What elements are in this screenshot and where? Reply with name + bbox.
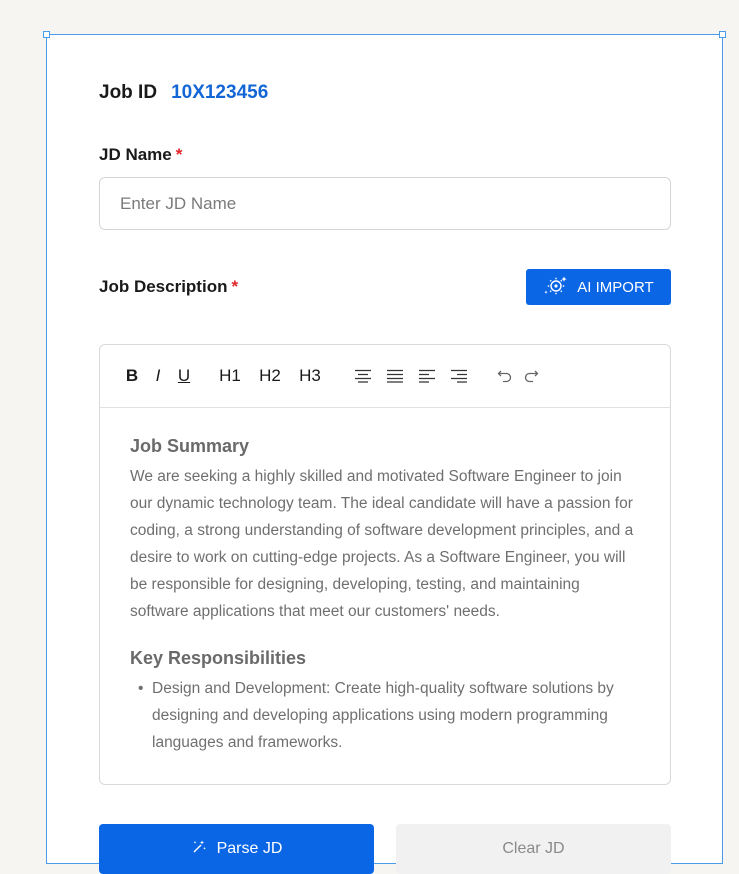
required-mark: *: [231, 277, 239, 296]
underline-button[interactable]: U: [176, 361, 192, 391]
align-justify-icon: [387, 369, 403, 383]
align-justify-button[interactable]: [382, 361, 408, 391]
undo-icon: [497, 370, 512, 383]
redo-button[interactable]: [520, 361, 542, 391]
italic-button[interactable]: I: [150, 361, 166, 391]
clear-jd-button[interactable]: Clear JD: [396, 824, 671, 874]
jd-name-input[interactable]: [99, 177, 671, 230]
jd-name-label-text: JD Name: [99, 145, 172, 164]
key-responsibilities-heading: Key Responsibilities: [130, 648, 307, 668]
job-description-label-text: Job Description: [99, 277, 228, 296]
heading3-button[interactable]: H3: [294, 361, 326, 391]
heading2-button[interactable]: H2: [254, 361, 286, 391]
editor-content[interactable]: Job Summary We are seeking a highly skil…: [100, 408, 670, 756]
jd-name-label: JD Name *: [99, 145, 182, 165]
ai-sparkle-icon: [543, 274, 569, 300]
align-right-icon: [451, 369, 467, 383]
job-description-label: Job Description *: [99, 277, 238, 297]
selection-handle-top-left[interactable]: [43, 31, 50, 38]
undo-button[interactable]: [494, 361, 516, 391]
parse-jd-label: Parse JD: [216, 840, 283, 857]
rich-text-editor[interactable]: B I U H1 H2 H3 Job Summary We are seekin…: [99, 344, 671, 785]
magic-wand-icon: [191, 839, 207, 860]
ai-import-label: AI IMPORT: [577, 278, 654, 296]
redo-icon: [524, 370, 539, 383]
list-item: Design and Development: Create high-qual…: [138, 675, 640, 756]
align-left-button[interactable]: [414, 361, 440, 391]
align-left-icon: [419, 369, 435, 383]
job-id-label: Job ID: [99, 82, 158, 103]
job-id-value: 10X123456: [171, 82, 269, 103]
required-mark: *: [175, 145, 183, 164]
align-center-icon: [355, 369, 371, 383]
job-id-row: Job ID 10X123456: [99, 82, 268, 104]
selection-handle-top-right[interactable]: [719, 31, 726, 38]
editor-toolbar: B I U H1 H2 H3: [100, 345, 670, 408]
job-summary-heading: Job Summary: [130, 436, 250, 456]
ai-import-button[interactable]: AI IMPORT: [526, 269, 671, 305]
align-center-button[interactable]: [350, 361, 376, 391]
form-card: Job ID 10X123456 JD Name* Job Descriptio…: [43, 31, 726, 874]
heading1-button[interactable]: H1: [214, 361, 246, 391]
responsibilities-list: Design and Development: Create high-qual…: [130, 675, 640, 756]
job-summary-text: We are seeking a highly skilled and moti…: [130, 468, 634, 620]
parse-jd-button[interactable]: Parse JD: [99, 824, 374, 874]
align-right-button[interactable]: [446, 361, 472, 391]
bold-button[interactable]: B: [124, 361, 140, 391]
